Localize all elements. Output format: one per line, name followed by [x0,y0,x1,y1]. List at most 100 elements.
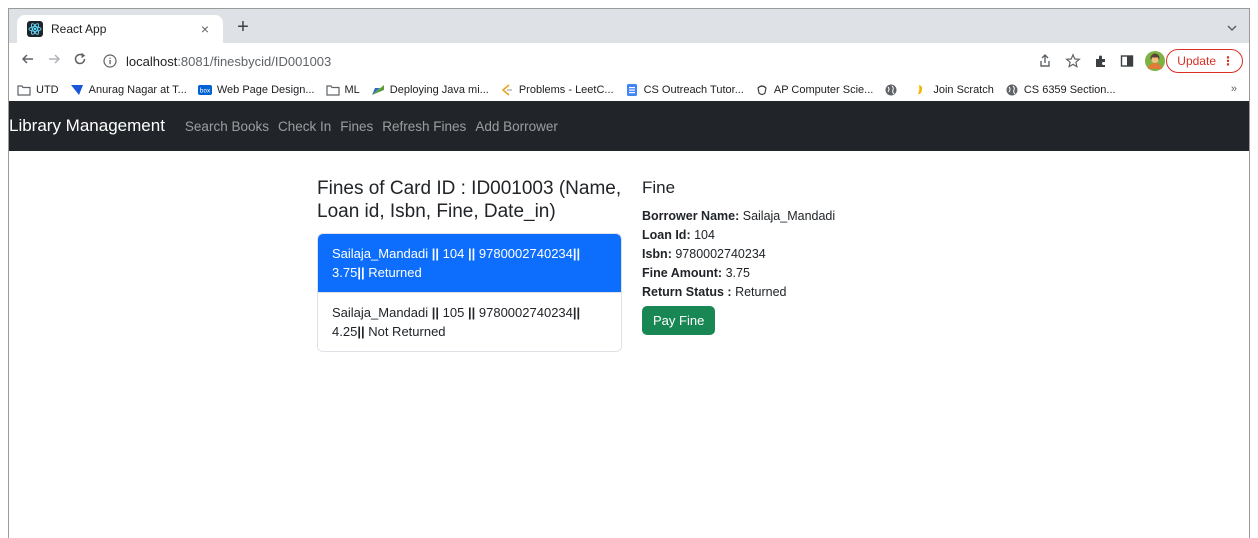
bookmark-label: Anurag Nagar at T... [88,84,187,96]
item-status: Returned [368,265,422,280]
bookmark-label: CS Outreach Tutor... [643,84,744,96]
fine-detail-title: Fine [642,178,676,197]
share-icon[interactable] [1037,53,1053,69]
box-icon: box [197,84,212,96]
item-fine: 3.75 [332,265,358,280]
leaf-icon [371,84,385,96]
reload-icon[interactable] [71,52,89,70]
fines-list-panel: Fines of Card ID : ID001003 (Name, Loan … [317,177,622,352]
pay-fine-button[interactable]: Pay Fine [642,306,716,335]
bookmark-item[interactable]: Deploying Java mi... [371,84,489,96]
item-separator: || [431,246,440,261]
bookmark-label: ML [344,84,360,96]
extensions-icon[interactable] [1093,53,1109,69]
bookmark-item[interactable] [884,84,903,96]
bookmark-item[interactable]: Anurag Nagar at T... [70,84,187,96]
url-host: localhost [126,53,178,69]
item-separator: || [467,246,476,261]
item-isbn: 9780002740234 [478,305,573,320]
isbn-label: Isbn: [642,247,672,261]
loan-id-row: Loan Id: 104 [642,226,942,245]
item-separator: || [357,324,365,339]
fines-list-title: Fines of Card ID : ID001003 (Name, Loan … [317,178,622,222]
borrower-name-row: Borrower Name: Sailaja_Mandadi [642,207,942,226]
bookmark-item[interactable]: ML [325,84,360,96]
browser-toolbar: localhost:8081/finesbycid/ID001003 Updat… [9,43,1249,79]
app-navbar: Library Management Search Books Check In… [9,101,1249,151]
bookmark-item[interactable]: box Web Page Design... [197,84,315,96]
item-status: Not Returned [368,324,446,339]
url-text: localhost:8081/finesbycid/ID001003 [126,54,331,69]
borrower-name-value: Sailaja_Mandadi [742,209,836,223]
globe-icon [1005,84,1019,96]
folder-icon [325,84,340,96]
bookmark-label: Join Scratch [933,84,994,96]
new-tab-button[interactable]: + [233,17,253,38]
nav-link-search-books[interactable]: Search Books [185,119,269,134]
back-icon[interactable] [19,52,37,70]
navbar-brand[interactable]: Library Management [9,116,165,136]
nav-link-fines[interactable]: Fines [340,119,373,134]
loan-id-label: Loan Id: [642,228,691,242]
browser-tab[interactable]: React App × [17,15,223,43]
menu-icon: ⋮ [1222,54,1234,68]
globe-icon [884,84,898,96]
nav-link-refresh-fines[interactable]: Refresh Fines [382,119,466,134]
item-separator: || [357,265,365,280]
bookmark-label: CS 6359 Section... [1023,84,1116,96]
list-item[interactable]: Sailaja_Mandadi || 104 || 9780002740234|… [318,234,621,292]
nav-link-add-borrower[interactable]: Add Borrower [475,119,558,134]
fine-detail-panel: Fine Borrower Name: Sailaja_Mandadi Loan… [642,177,942,335]
fine-amount-row: Fine Amount: 3.75 [642,264,942,283]
return-status-value: Returned [735,285,787,299]
folder-icon [17,84,31,96]
info-icon[interactable] [103,54,117,68]
close-icon[interactable]: × [197,21,213,37]
return-status-row: Return Status : Returned [642,283,942,302]
item-loan-id: 105 [442,305,465,320]
update-button[interactable]: Update ⋮ [1166,49,1243,73]
loan-id-value: 104 [694,228,715,242]
avatar[interactable] [1145,51,1165,71]
nav-link-check-in[interactable]: Check In [278,119,331,134]
bookmark-item[interactable]: Problems - LeetC... [500,84,614,96]
fine-amount-value: 3.75 [725,266,750,280]
acorn-icon [755,84,769,96]
leetcode-icon [500,84,514,96]
item-separator: || [431,305,440,320]
update-label: Update [1177,54,1216,68]
item-loan-id: 104 [442,246,465,261]
bookmark-label: Problems - LeetC... [518,84,614,96]
item-name: Sailaja_Mandadi [332,246,429,261]
react-icon [27,21,43,37]
url-path: :8081/finesbycid/ID001003 [177,53,332,69]
bookmark-item[interactable]: CS 6359 Section... [1005,84,1116,96]
bookmark-item[interactable]: AP Computer Scie... [755,84,873,96]
chevron-down-icon[interactable] [1225,21,1239,35]
star-icon[interactable] [1065,53,1081,69]
list-item[interactable]: Sailaja_Mandadi || 105 || 9780002740234|… [318,292,621,351]
return-status-label: Return Status : [642,285,732,299]
side-panel-icon[interactable] [1119,53,1135,69]
bookmark-item[interactable]: Join Scratch [914,84,994,96]
borrower-name-label: Borrower Name: [642,209,740,223]
bookmark-label: Deploying Java mi... [389,84,489,96]
bookmark-label: UTD [36,84,59,96]
fine-amount-label: Fine Amount: [642,266,723,280]
address-bar[interactable]: localhost:8081/finesbycid/ID001003 [99,49,979,73]
svg-text:box: box [199,88,210,95]
flag-icon [70,84,84,96]
item-separator: || [467,305,476,320]
bookmark-item[interactable]: CS Outreach Tutor... [625,84,744,96]
forward-icon[interactable] [45,52,63,70]
tab-title: React App [51,22,107,36]
bookmark-item[interactable]: UTD [17,84,59,96]
bookmarks-bar: UTD Anurag Nagar at T... box Web Page Desig… [9,79,1249,101]
item-separator: || [572,246,581,261]
bookmarks-overflow-button[interactable]: » [1231,83,1237,95]
bookmark-label: AP Computer Scie... [773,84,874,96]
doc-icon [625,84,639,96]
tab-strip: React App × + [9,9,1249,43]
scratch-icon [914,84,928,96]
isbn-value: 9780002740234 [675,247,766,261]
